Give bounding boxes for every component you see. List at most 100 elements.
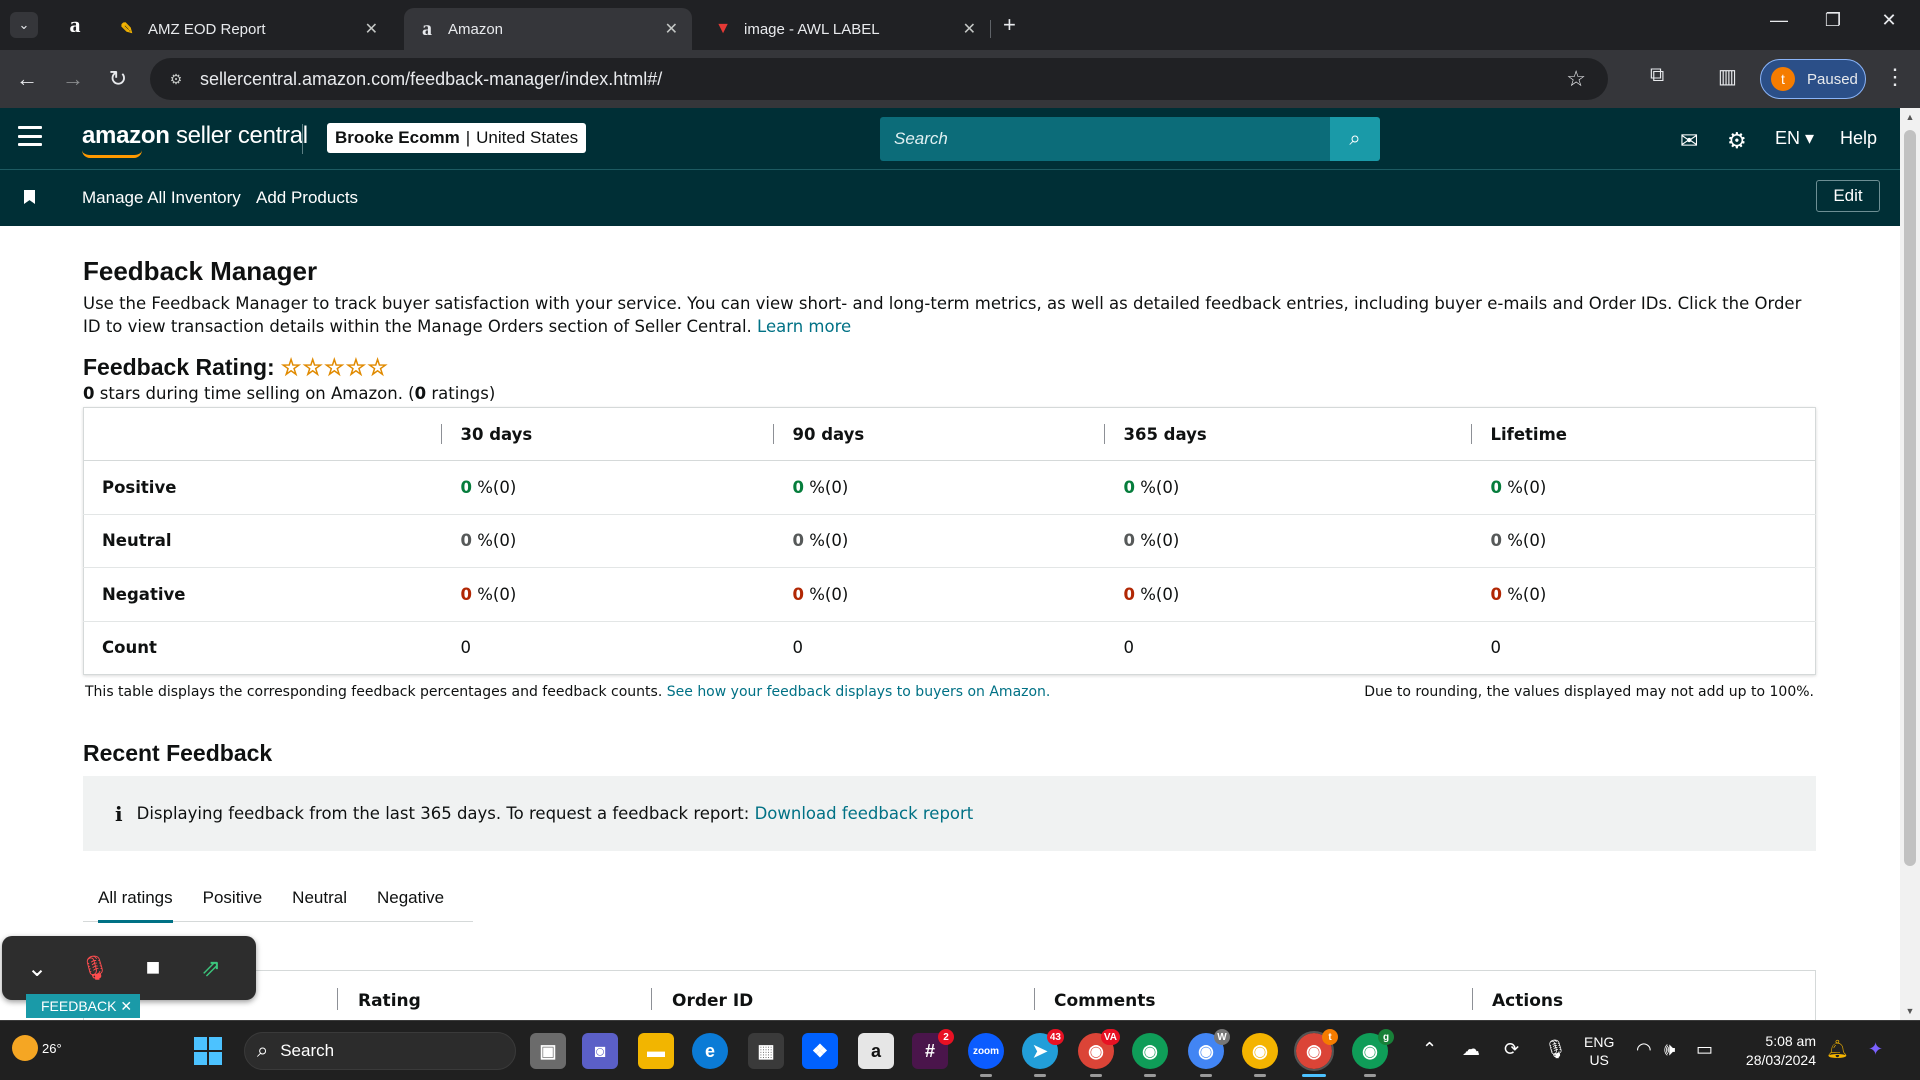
bookmark-icon[interactable] xyxy=(24,190,35,204)
page-scrollbar[interactable]: ▲ ▼ xyxy=(1900,108,1920,1020)
search-icon[interactable]: ⌕ xyxy=(1330,117,1380,161)
nav-add-products[interactable]: Add Products xyxy=(256,188,358,208)
chrome-icon[interactable]: ◉ xyxy=(1132,1033,1168,1077)
close-icon[interactable]: ✕ xyxy=(120,998,132,1015)
forward-icon[interactable]: → xyxy=(58,66,88,92)
table-cell: 0 %(0) xyxy=(1103,460,1471,515)
store-icon[interactable]: ▦ xyxy=(748,1033,784,1069)
zoom-icon[interactable]: zoom xyxy=(968,1033,1004,1077)
table-cell: 0 xyxy=(460,638,472,658)
feedback-tag[interactable]: FEEDBACK ✕ xyxy=(26,994,140,1018)
copilot-icon[interactable]: ✦ xyxy=(1868,1039,1883,1060)
restore-icon[interactable]: ❐ xyxy=(1810,10,1856,31)
new-tab-icon[interactable]: + xyxy=(1003,12,1016,38)
bookmark-star-icon[interactable]: ☆ xyxy=(1566,66,1586,92)
hamburger-menu-icon[interactable] xyxy=(18,126,42,146)
chevron-up-icon[interactable]: ⌃ xyxy=(1422,1039,1437,1060)
video-camera-icon[interactable]: ■ xyxy=(130,954,176,982)
tab-amazon[interactable]: a Amazon ✕ xyxy=(404,8,692,50)
scroll-up-icon[interactable]: ▲ xyxy=(1900,112,1920,122)
pinned-amazon-tab[interactable]: a xyxy=(58,10,92,40)
scroll-thumb[interactable] xyxy=(1904,130,1916,866)
file-explorer-icon[interactable]: ▬ xyxy=(638,1033,674,1069)
tab-search-button[interactable]: ⌄ xyxy=(10,12,38,38)
chrome-profile-va-icon[interactable]: ◉ VA xyxy=(1078,1029,1120,1077)
account-switcher[interactable]: Brooke Ecomm | United States xyxy=(327,123,587,153)
back-icon[interactable]: ← xyxy=(12,66,42,92)
logo-brand: amazon xyxy=(82,122,170,149)
tab-amz-eod-report[interactable]: ✎ AMZ EOD Report ✕ xyxy=(104,8,392,50)
input-language[interactable]: ENG US xyxy=(1584,1033,1614,1069)
table-cell: 0 %(0) xyxy=(440,567,773,622)
table-note: This table displays the corresponding fe… xyxy=(85,684,1050,700)
column-header-rating: Rating xyxy=(358,991,421,1011)
tab-neutral[interactable]: Neutral xyxy=(277,874,362,922)
amazon-app-icon[interactable]: a xyxy=(858,1033,894,1069)
slack-icon[interactable]: #2 xyxy=(912,1029,954,1069)
close-icon[interactable]: ✕ xyxy=(963,19,976,39)
download-feedback-report-link[interactable]: Download feedback report xyxy=(755,804,974,823)
weather-widget[interactable]: 26° xyxy=(12,1035,62,1061)
nav-manage-all-inventory[interactable]: Manage All Inventory xyxy=(82,188,241,208)
tab-awl-label[interactable]: ▼ image - AWL LABEL ✕ xyxy=(700,8,991,50)
dropbox-icon[interactable]: ❖ xyxy=(802,1033,838,1069)
notification-bell-icon[interactable]: 🔔︎ xyxy=(1826,1039,1849,1060)
scroll-down-icon[interactable]: ▼ xyxy=(1900,1006,1920,1016)
page-description: Use the Feedback Manager to track buyer … xyxy=(83,292,1818,338)
share-screen-icon[interactable]: ⇗ xyxy=(188,954,234,983)
column-header-order-id: Order ID xyxy=(672,991,754,1011)
sync-icon[interactable]: ⟳ xyxy=(1504,1039,1519,1060)
window-close-icon[interactable]: ✕ xyxy=(1866,10,1912,31)
tab-positive[interactable]: Positive xyxy=(188,874,278,922)
side-panel-icon[interactable]: ▥ xyxy=(1718,64,1737,89)
rating-count: 0 xyxy=(414,384,427,403)
url-text[interactable]: sellercentral.amazon.com/feedback-manage… xyxy=(200,69,662,90)
taskbar-search[interactable]: ⌕ Search xyxy=(244,1032,516,1070)
teams-icon[interactable]: ◙ xyxy=(582,1033,618,1069)
close-icon[interactable]: ✕ xyxy=(665,19,678,39)
mail-icon[interactable]: ✉ xyxy=(1680,128,1698,154)
tab-negative[interactable]: Negative xyxy=(362,874,459,922)
help-link[interactable]: Help xyxy=(1840,128,1877,149)
chrome-profile-p-icon[interactable]: ◉ xyxy=(1242,1033,1278,1077)
windows-taskbar: 26° ⌕ Search ▣ ◙ ▬ e ▦ ❖ a #2 zoom ➤ 43 ◉… xyxy=(0,1020,1920,1080)
seller-central-logo[interactable]: amazon seller central xyxy=(82,122,308,158)
table-row: Neutral 0 %(0) 0 %(0) 0 %(0) 0 %(0) xyxy=(83,514,1816,568)
tab-all-ratings[interactable]: All ratings xyxy=(83,874,173,923)
edit-button[interactable]: Edit xyxy=(1816,180,1880,212)
gear-icon[interactable]: ⚙ xyxy=(1727,128,1747,154)
language-selector[interactable]: EN ▾ xyxy=(1775,128,1814,149)
chrome-profile-g-icon[interactable]: ◉ g xyxy=(1352,1029,1394,1077)
battery-icon[interactable]: ▭ xyxy=(1696,1039,1713,1060)
minimize-icon[interactable]: — xyxy=(1756,10,1802,31)
clock[interactable]: 5:08 am 28/03/2024 xyxy=(1730,1032,1816,1070)
chrome-profile-w-icon[interactable]: ◉ W xyxy=(1188,1029,1230,1077)
column-header: 90 days xyxy=(772,407,1104,461)
chrome-profile-t-icon[interactable]: ◉ t xyxy=(1294,1029,1338,1077)
extensions-icon[interactable]: ⧉ xyxy=(1650,64,1664,87)
column-header: 30 days xyxy=(440,407,773,461)
edge-icon[interactable]: e xyxy=(692,1033,728,1069)
onedrive-icon[interactable]: ☁ xyxy=(1462,1039,1480,1060)
search-input[interactable]: Search xyxy=(880,117,1330,161)
row-label-count: Count xyxy=(102,638,157,658)
taskbar-search-label: Search xyxy=(280,1041,335,1060)
task-view-icon[interactable]: ▣ xyxy=(530,1033,566,1069)
tab-divider xyxy=(990,20,991,38)
close-icon[interactable]: ✕ xyxy=(365,19,378,39)
volume-icon[interactable]: 🕪︎ xyxy=(1664,1039,1675,1060)
rating-title: Feedback Rating: xyxy=(83,354,275,380)
profile-button[interactable]: t Paused xyxy=(1760,59,1866,99)
microphone-icon[interactable]: 🎙︎ xyxy=(1544,1039,1567,1060)
telegram-icon[interactable]: ➤ 43 xyxy=(1022,1029,1064,1077)
feedback-display-link[interactable]: See how your feedback displays to buyers… xyxy=(667,684,1051,700)
site-info-icon[interactable]: ⚙ xyxy=(166,69,186,89)
omnibox[interactable]: ⚙ sellercentral.amazon.com/feedback-mana… xyxy=(150,58,1608,100)
learn-more-link[interactable]: Learn more xyxy=(757,317,851,336)
wifi-icon[interactable]: ◠ xyxy=(1636,1039,1652,1060)
windows-start-icon[interactable] xyxy=(194,1037,222,1065)
reload-icon[interactable]: ↻ xyxy=(103,66,133,92)
collapse-icon[interactable]: ⌄ xyxy=(14,954,60,983)
more-menu-icon[interactable]: ⋮ xyxy=(1884,64,1906,90)
mic-muted-icon[interactable]: 🎙︎ xyxy=(72,954,118,983)
